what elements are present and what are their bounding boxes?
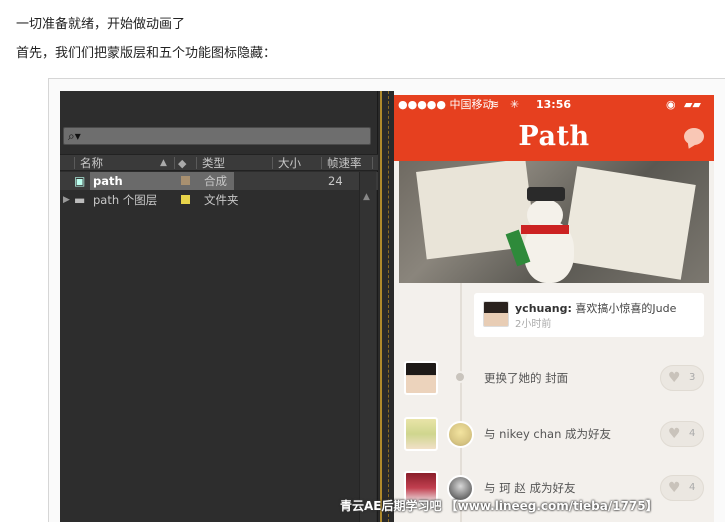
- paragraph-step: 首先，我们们把蒙版层和五个功能图标隐藏：: [16, 46, 277, 61]
- column-divider: [74, 157, 75, 169]
- moment-caption: 喜欢搞小惊喜的Jude: [571, 302, 677, 315]
- snowman-hat: [527, 187, 565, 201]
- wifi-icon: ≋: [490, 98, 500, 111]
- column-size[interactable]: 大小: [278, 156, 301, 171]
- app-header: Path: [394, 115, 714, 161]
- item-type: 文件夹: [204, 193, 239, 207]
- guide-line: [388, 91, 389, 522]
- avatar[interactable]: [483, 301, 509, 327]
- magnifier-icon[interactable]: ⌕▾: [68, 128, 81, 144]
- moment-time: 2小时前: [515, 319, 552, 330]
- timeline-dot: [454, 371, 466, 383]
- column-divider: [321, 157, 322, 169]
- feed-text: 更换了她的 封面: [484, 371, 569, 385]
- moment-card[interactable]: ychuang: 喜欢搞小惊喜的Jude 2小时前: [474, 293, 704, 337]
- like-count: 4: [689, 428, 696, 439]
- status-bar: ●●●●● 中国移动 ≋ ✳ 13:56 ◉ ▰▰: [394, 95, 714, 115]
- composition-icon: ▣: [74, 174, 86, 188]
- label-swatch[interactable]: [181, 195, 190, 204]
- moment-user[interactable]: ychuang:: [515, 302, 572, 315]
- feed-item[interactable]: 与 nikey chan 成为好友 ♥ 4: [394, 415, 714, 455]
- ae-item-row[interactable]: ▶ ▬ path 个图层 文件夹: [60, 191, 378, 209]
- item-name: path: [93, 174, 123, 188]
- item-framerate: 24: [328, 174, 343, 188]
- sort-arrow-icon[interactable]: ▲: [160, 156, 167, 171]
- label-tag-icon[interactable]: ◆: [178, 156, 186, 171]
- like-count: 3: [689, 372, 696, 383]
- ae-column-header: 名称 ▲ ◆ 类型 大小 帧速率: [60, 154, 378, 171]
- like-count: 4: [689, 482, 696, 493]
- feed-text: 与 珂 赵 成为好友: [484, 481, 576, 495]
- folder-icon: ▬: [74, 193, 86, 207]
- like-button[interactable]: ♥ 4: [660, 421, 704, 447]
- column-divider: [372, 157, 373, 169]
- phone-screen: ●●●●● 中国移动 ≋ ✳ 13:56 ◉ ▰▰ Path ychuang: …: [394, 95, 714, 522]
- composition-edge-line: [380, 91, 382, 522]
- snowman-scarf: [521, 225, 569, 234]
- column-divider: [196, 157, 197, 169]
- avatar[interactable]: [404, 361, 438, 395]
- cover-photo[interactable]: [399, 161, 709, 283]
- avatar[interactable]: [404, 417, 438, 451]
- lock-icon: ◉: [666, 98, 676, 111]
- column-divider: [174, 157, 175, 169]
- ae-search-field[interactable]: ⌕▾: [63, 127, 371, 145]
- like-button[interactable]: ♥ 4: [660, 475, 704, 501]
- heart-icon: ♥: [668, 480, 681, 496]
- app-logo: Path: [518, 121, 590, 152]
- column-framerate[interactable]: 帧速率: [327, 156, 362, 171]
- photo-card: [562, 166, 696, 280]
- item-type: 合成: [204, 174, 227, 188]
- chat-icon[interactable]: [684, 128, 704, 145]
- expand-triangle-icon[interactable]: ▶: [63, 192, 70, 208]
- battery-icon: ▰▰: [684, 98, 701, 111]
- column-divider: [272, 157, 273, 169]
- like-button[interactable]: ♥ 3: [660, 365, 704, 391]
- clock: 13:56: [536, 98, 572, 111]
- paragraph-intro: 一切准备就绪，开始做动画了: [16, 17, 186, 32]
- carrier-label: ●●●●● 中国移动: [398, 98, 494, 111]
- moment-text: ychuang: 喜欢搞小惊喜的Jude: [515, 300, 676, 316]
- heart-icon: ♥: [668, 370, 681, 386]
- item-name: path 个图层: [93, 193, 158, 207]
- feed-text: 与 nikey chan 成为好友: [484, 427, 612, 441]
- label-swatch[interactable]: [181, 176, 190, 185]
- ae-item-row[interactable]: ▣ path 合成 24 ⊞: [60, 172, 378, 190]
- scroll-up-icon[interactable]: ▲: [363, 192, 370, 202]
- ae-scrollbar[interactable]: ▲: [359, 172, 376, 522]
- column-type[interactable]: 类型: [202, 156, 225, 171]
- loading-icon: ✳: [510, 98, 520, 111]
- column-name[interactable]: 名称: [80, 156, 103, 171]
- heart-icon: ♥: [668, 426, 681, 442]
- watermark: 青云AE后期学习吧 【www.lineeg.com/tieba/1775】: [340, 499, 658, 513]
- avatar[interactable]: [447, 421, 474, 448]
- feed-item[interactable]: 更换了她的 封面 ♥ 3: [394, 359, 714, 399]
